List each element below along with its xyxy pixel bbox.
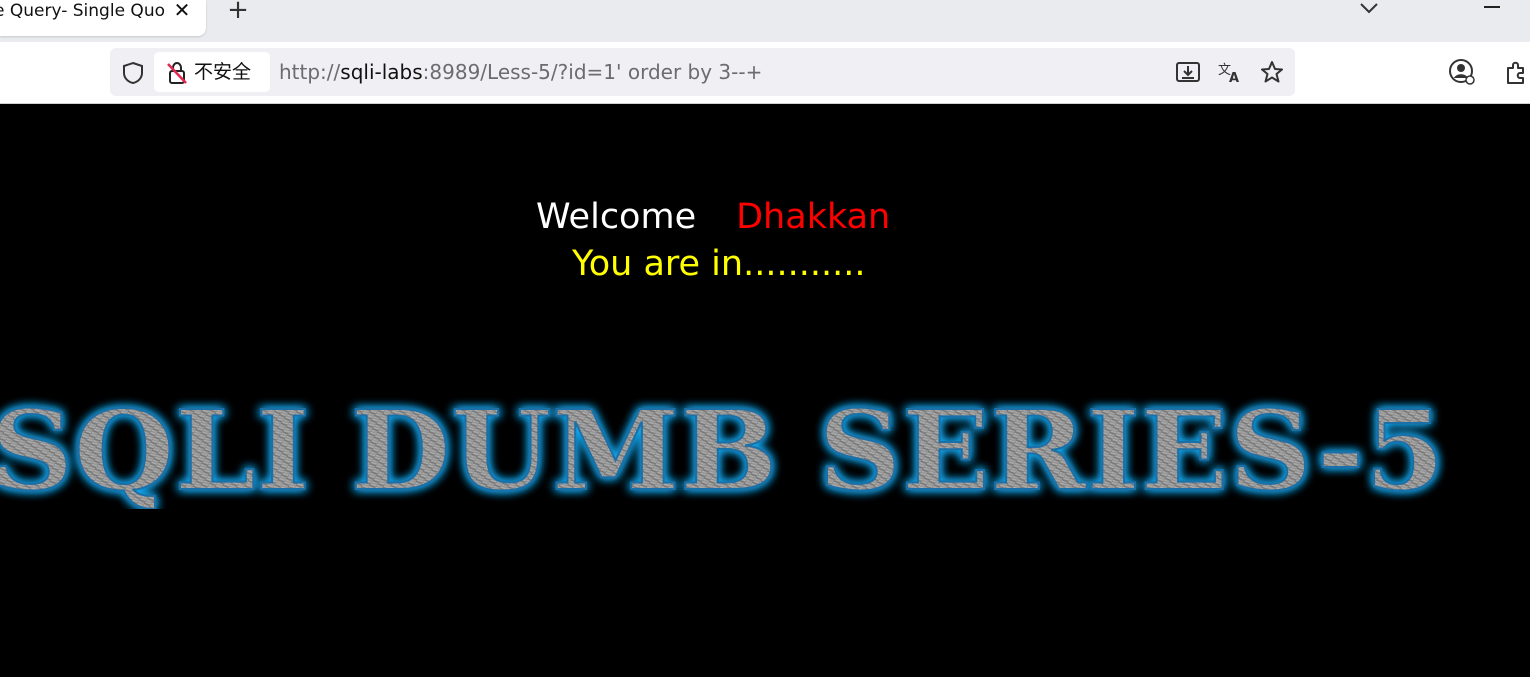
status-message: You are in........... <box>572 244 866 284</box>
url-text[interactable]: http://sqli-labs:8989/Less-5/?id=1' orde… <box>279 60 762 84</box>
page-content: Welcome Dhakkan You are in........... SQ… <box>0 104 1530 677</box>
new-tab-button[interactable]: + <box>226 0 250 23</box>
extensions-icon[interactable] <box>1503 58 1530 86</box>
translate-icon[interactable]: 文 A <box>1217 60 1243 84</box>
address-bar[interactable]: 不安全 http://sqli-labs:8989/Less-5/?id=1' … <box>110 48 1295 96</box>
shield-icon[interactable] <box>122 61 144 85</box>
url-host: sqli-labs <box>340 60 423 84</box>
username-text: Dhakkan <box>736 197 891 237</box>
close-tab-icon[interactable]: ✕ <box>172 0 192 21</box>
url-path: :8989/Less-5/?id=1' order by 3--+ <box>422 60 763 84</box>
security-label: 不安全 <box>194 61 252 83</box>
url-scheme: http:// <box>279 60 341 84</box>
banner-text: SQLI DUMB SERIES-5 <box>0 389 1445 509</box>
chevron-down-icon[interactable] <box>1357 0 1381 18</box>
tab-bar: e Query- Single Quo ✕ + <box>0 0 1530 42</box>
active-tab[interactable]: e Query- Single Quo ✕ <box>0 0 206 36</box>
account-icon[interactable] <box>1448 58 1476 86</box>
welcome-line: Welcome Dhakkan <box>536 196 890 238</box>
svg-text:A: A <box>1229 71 1239 84</box>
security-indicator[interactable]: 不安全 <box>154 52 270 92</box>
navigation-toolbar: 不安全 http://sqli-labs:8989/Less-5/?id=1' … <box>0 42 1530 104</box>
insecure-lock-icon <box>167 61 187 84</box>
welcome-text: Welcome <box>536 197 697 237</box>
tab-title: e Query- Single Quo <box>0 1 165 21</box>
star-icon[interactable] <box>1259 60 1285 84</box>
sqli-dumb-series-banner: SQLI DUMB SERIES-5 <box>0 389 1446 509</box>
download-page-icon[interactable] <box>1175 60 1201 84</box>
minimize-icon[interactable] <box>1484 6 1500 8</box>
